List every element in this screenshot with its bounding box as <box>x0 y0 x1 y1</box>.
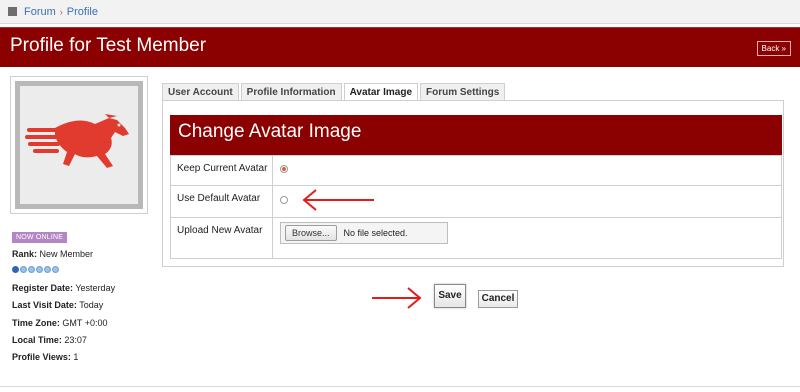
rank-dot <box>28 266 35 273</box>
browse-button[interactable]: Browse... <box>285 225 337 241</box>
time-zone-value: GMT +0:00 <box>62 318 108 328</box>
tab-profile-information[interactable]: Profile Information <box>240 83 342 101</box>
breadcrumb: Forum › Profile <box>0 0 800 24</box>
local-time-value: 23:07 <box>64 335 87 345</box>
time-zone-line: Time Zone: GMT +0:00 <box>12 318 107 328</box>
profile-views-line: Profile Views: 1 <box>12 352 78 362</box>
status-badge: NOW ONLINE <box>12 232 68 243</box>
default-avatar-row: Use Default Avatar <box>171 185 781 217</box>
keep-avatar-label: Keep Current Avatar <box>171 156 273 185</box>
upload-avatar-field: Browse... No file selected. <box>273 218 781 258</box>
rank-dot <box>52 266 59 273</box>
page-header: Profile for Test Member Back » <box>0 27 800 67</box>
breadcrumb-separator-icon: › <box>59 6 63 17</box>
register-date-label: Register Date: <box>12 283 74 293</box>
local-time-line: Local Time: 23:07 <box>12 335 87 345</box>
avatar-frame <box>10 76 148 214</box>
default-avatar-radio[interactable] <box>280 196 288 204</box>
avatar-form-header: Change Avatar Image <box>170 115 782 155</box>
last-visit-line: Last Visit Date: Today <box>12 300 103 310</box>
page-title: Profile for Test Member <box>10 35 207 56</box>
upload-avatar-label: Upload New Avatar <box>171 218 273 258</box>
profile-tabs: User Account Profile Information Avatar … <box>162 83 507 102</box>
upload-avatar-row: Upload New Avatar Browse... No file sele… <box>171 217 781 258</box>
horse-logo-icon <box>25 114 129 168</box>
tab-forum-settings[interactable]: Forum Settings <box>420 83 506 101</box>
register-date-line: Register Date: Yesterday <box>12 283 115 293</box>
rank-value: New Member <box>39 249 94 259</box>
profile-views-label: Profile Views: <box>12 352 71 362</box>
default-avatar-label: Use Default Avatar <box>171 186 273 217</box>
breadcrumb-profile-link[interactable]: Profile <box>67 6 98 18</box>
file-status: No file selected. <box>343 228 408 238</box>
rank-dots <box>12 266 59 273</box>
home-icon[interactable] <box>8 7 17 16</box>
avatar-form: Keep Current Avatar Use Default Avatar U… <box>170 155 782 259</box>
rank-label: Rank: <box>12 249 38 259</box>
keep-avatar-row: Keep Current Avatar <box>171 155 781 185</box>
rank-dot <box>12 266 19 273</box>
divider <box>0 386 800 387</box>
cancel-button[interactable]: Cancel <box>478 290 518 308</box>
local-time-label: Local Time: <box>12 335 62 345</box>
profile-views-value: 1 <box>73 352 79 362</box>
rank-dot <box>36 266 43 273</box>
tab-user-account[interactable]: User Account <box>162 83 239 101</box>
keep-avatar-radio[interactable] <box>280 165 288 173</box>
avatar <box>15 81 143 209</box>
last-visit-value: Today <box>79 300 104 310</box>
annotation-arrow-icon <box>302 189 374 211</box>
keep-avatar-field <box>273 156 781 185</box>
rank-dot <box>44 266 51 273</box>
register-date-value: Yesterday <box>75 283 116 293</box>
back-button[interactable]: Back » <box>756 41 791 56</box>
time-zone-label: Time Zone: <box>12 318 60 328</box>
rank-line: Rank: New Member <box>12 249 93 259</box>
avatar-form-title: Change Avatar Image <box>178 121 362 142</box>
file-input[interactable]: Browse... No file selected. <box>280 222 448 244</box>
save-button[interactable]: Save <box>434 284 466 308</box>
breadcrumb-forum-link[interactable]: Forum <box>24 6 56 18</box>
last-visit-label: Last Visit Date: <box>12 300 77 310</box>
annotation-arrow-icon <box>372 287 422 309</box>
rank-dot <box>20 266 27 273</box>
